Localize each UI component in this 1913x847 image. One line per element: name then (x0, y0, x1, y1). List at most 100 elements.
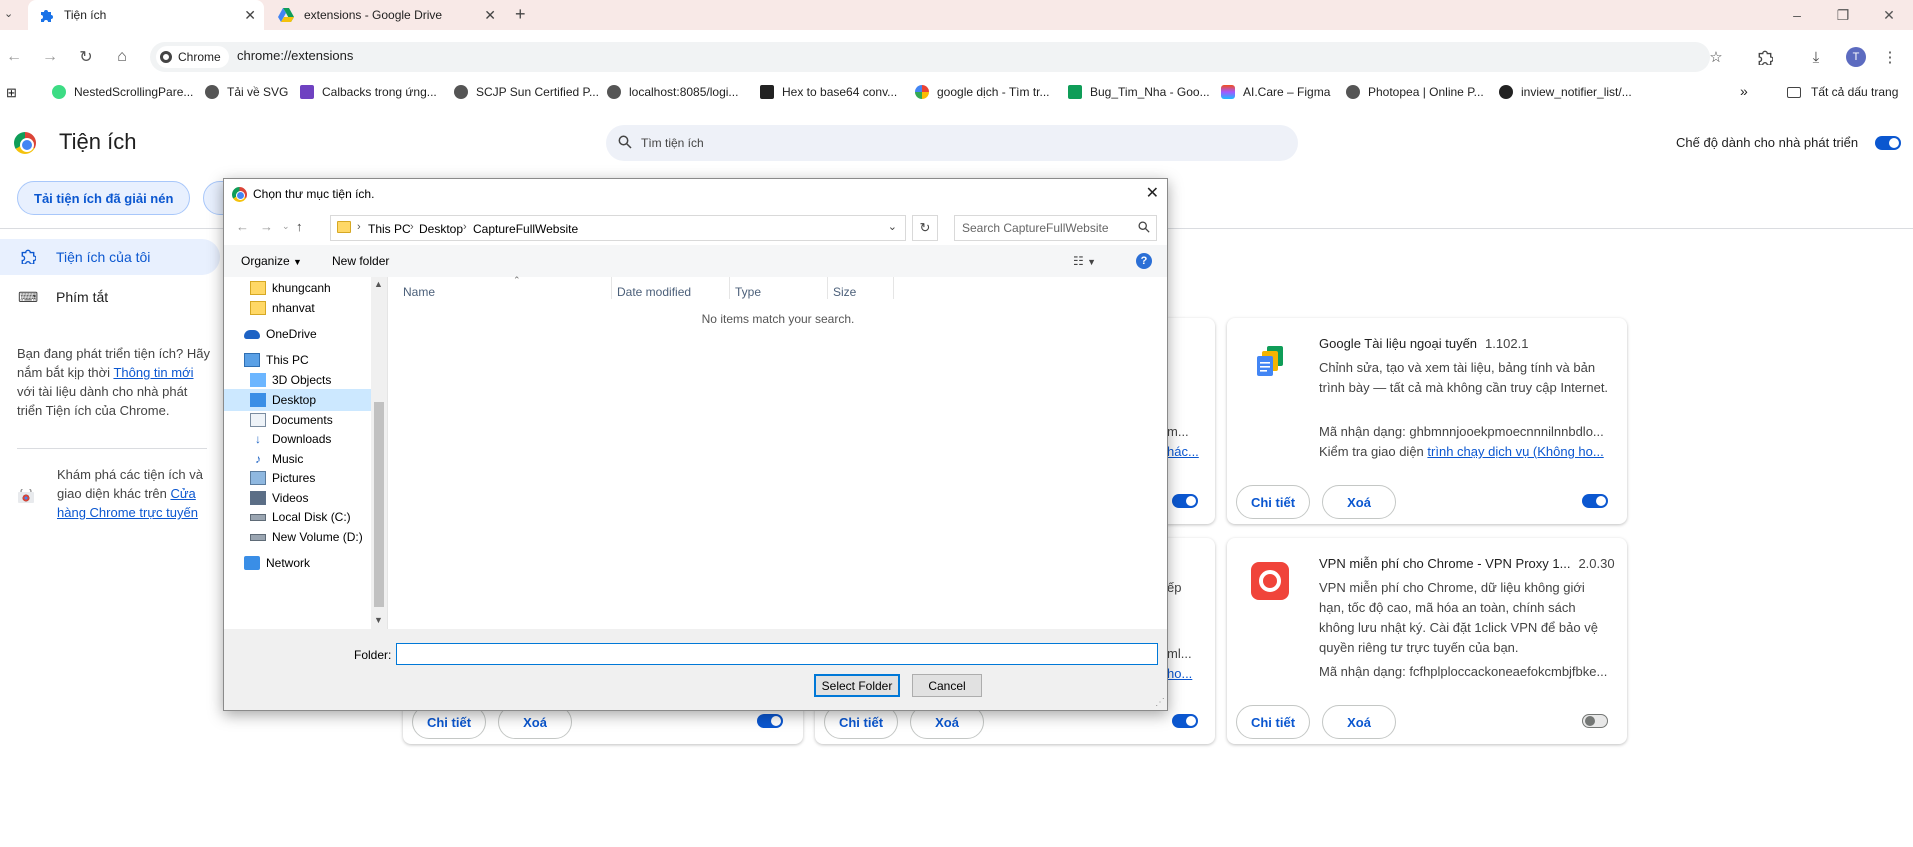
bookmark-item[interactable]: AI.Care – Figma (1221, 85, 1330, 99)
details-button[interactable]: Chi tiết (1236, 705, 1310, 739)
new-tab-button[interactable]: + (515, 4, 526, 25)
search-icon (618, 135, 632, 152)
extensions-icon[interactable] (1752, 44, 1778, 70)
extension-enable-toggle[interactable] (1582, 714, 1608, 728)
scroll-down-icon[interactable]: ▼ (374, 615, 383, 625)
whats-new-link[interactable]: Thông tin mới (113, 365, 193, 380)
dialog-titlebar[interactable]: Chọn thư mục tiện ích. ✕ (224, 179, 1167, 209)
breadcrumb-item[interactable]: This PC (368, 222, 411, 236)
tree-item-new-volume-d[interactable]: New Volume (D:) (250, 526, 363, 548)
tree-item-nhanvat[interactable]: nhanvat (250, 297, 315, 319)
url-text[interactable]: chrome://extensions (237, 48, 353, 63)
minimize-icon[interactable]: – (1774, 0, 1820, 30)
menu-icon[interactable]: ⋮ (1877, 44, 1903, 70)
breadcrumb-item[interactable]: CaptureFullWebsite (473, 222, 578, 236)
close-window-icon[interactable]: ✕ (1866, 0, 1912, 30)
tree-item-pictures[interactable]: Pictures (250, 467, 315, 489)
sidebar-item-shortcuts[interactable]: ⌨ Phím tắt (0, 279, 220, 315)
bookmark-item[interactable]: inview_notifier_list/... (1499, 85, 1632, 99)
cancel-button[interactable]: Cancel (912, 674, 982, 697)
recent-locations-icon[interactable]: ⌄ (282, 221, 290, 232)
back-icon[interactable]: ← (0, 43, 28, 71)
extension-enable-toggle[interactable] (757, 714, 783, 728)
bookmark-item[interactable]: localhost:8085/logi... (607, 85, 738, 99)
android-icon (52, 85, 66, 99)
reload-icon[interactable]: ↻ (72, 43, 100, 71)
forward-icon[interactable]: → (260, 219, 273, 234)
all-bookmarks-button[interactable]: Tất cả dấu trang (1787, 85, 1898, 99)
tab-search-icon[interactable]: ⌄ (4, 7, 13, 20)
column-header-type[interactable]: Type (735, 285, 761, 299)
column-header-size[interactable]: Size (833, 285, 856, 299)
breadcrumb-item[interactable]: Desktop (419, 222, 463, 236)
extension-enable-toggle[interactable] (1172, 494, 1198, 508)
scrollbar-thumb[interactable] (374, 402, 384, 607)
resize-grip-icon[interactable]: ⋰ (1155, 697, 1165, 708)
bookmark-star-icon[interactable]: ☆ (1703, 44, 1729, 70)
tab-extensions[interactable]: Tiện ích ✕ (28, 0, 264, 30)
chevron-down-icon[interactable]: ⌄ (888, 220, 897, 233)
bookmark-item[interactable]: SCJP Sun Certified P... (454, 85, 599, 99)
tree-item-3d-objects[interactable]: 3D Objects (250, 369, 331, 391)
profile-avatar[interactable]: T (1843, 44, 1869, 70)
address-breadcrumb-bar[interactable]: › This PC › Desktop › CaptureFullWebsite… (330, 215, 906, 241)
tree-item-khungcanh[interactable]: khungcanh (250, 277, 331, 299)
tree-item-downloads[interactable]: ↓ Downloads (250, 428, 331, 450)
remove-button[interactable]: Xoá (1322, 485, 1396, 519)
scroll-up-icon[interactable]: ▲ (374, 279, 383, 289)
service-worker-link[interactable]: trình chạy dịch vụ (Không ho... (1427, 444, 1603, 459)
chrome-icon (160, 51, 172, 63)
home-icon[interactable]: ⌂ (108, 43, 136, 71)
tree-item-network[interactable]: Network (244, 552, 310, 574)
tree-item-this-pc[interactable]: This PC (244, 349, 309, 371)
view-options-icon[interactable]: ☷ ▼ (1073, 254, 1096, 268)
bookmark-item[interactable]: Bug_Tim_Nha - Goo... (1068, 85, 1210, 99)
bookmark-item[interactable]: Tải về SVG (205, 85, 288, 99)
sidebar-item-my-extensions[interactable]: Tiện ích của tôi (0, 239, 220, 275)
file-list-pane[interactable]: ⌃ Name Date modified Type Size No items … (387, 275, 1167, 629)
developer-mode-toggle[interactable] (1875, 136, 1901, 150)
tab-google-drive[interactable]: extensions - Google Drive ✕ (268, 0, 504, 30)
sidebar-item-label: Phím tắt (56, 289, 109, 305)
extension-enable-toggle[interactable] (1172, 714, 1198, 728)
organize-menu[interactable]: Organize ▼ (241, 254, 302, 268)
load-unpacked-button[interactable]: Tải tiện ích đã giải nén (17, 181, 191, 215)
forward-icon[interactable]: → (36, 43, 64, 71)
downloads-icon[interactable]: ⤓ (1803, 44, 1829, 70)
close-icon[interactable]: ✕ (1146, 183, 1159, 203)
column-header-name[interactable]: Name (403, 285, 435, 299)
back-icon[interactable]: ← (236, 219, 249, 234)
navigation-scrollbar[interactable]: ▲ ▼ (371, 277, 387, 629)
downloads-icon: ↓ (255, 432, 261, 446)
help-icon[interactable]: ? (1136, 253, 1152, 269)
more-bookmarks-icon[interactable]: » (1740, 83, 1748, 99)
tree-item-onedrive[interactable]: OneDrive (244, 323, 317, 345)
extension-id: Mã nhận dạng: ghbmnnjooekpmoecnnnilnnbdl… (1319, 424, 1604, 439)
new-folder-button[interactable]: New folder (332, 254, 389, 268)
bookmark-item[interactable]: NestedScrollingPare... (52, 85, 193, 99)
dialog-search-input[interactable]: Search CaptureFullWebsite (954, 215, 1157, 241)
close-tab-icon[interactable]: ✕ (484, 7, 496, 24)
site-chip-label: Chrome (178, 50, 221, 64)
extension-enable-toggle[interactable] (1582, 494, 1608, 508)
column-header-date-modified[interactable]: Date modified (617, 285, 691, 299)
close-tab-icon[interactable]: ✕ (244, 7, 256, 24)
up-folder-icon[interactable]: ↑ (296, 219, 303, 234)
address-bar[interactable] (150, 42, 1710, 72)
bookmark-item[interactable]: Hex to base64 conv... (760, 85, 897, 99)
folder-name-input[interactable] (396, 643, 1158, 665)
restore-icon[interactable]: ❐ (1820, 0, 1866, 30)
bookmark-item[interactable]: Photopea | Online P... (1346, 85, 1484, 99)
select-folder-button[interactable]: Select Folder (814, 674, 900, 697)
remove-button[interactable]: Xoá (1322, 705, 1396, 739)
tree-item-desktop[interactable]: Desktop (224, 389, 371, 411)
bookmark-item[interactable]: google dịch - Tìm tr... (915, 85, 1050, 99)
bookmark-item[interactable]: Calbacks trong ứng... (300, 85, 437, 99)
tree-item-local-disk-c[interactable]: Local Disk (C:) (250, 506, 351, 528)
inspect-views: Kiểm tra giao diện trình chạy dịch vụ (K… (1319, 444, 1604, 459)
apps-grid-icon[interactable]: ⊞ (6, 85, 17, 101)
extension-search-input[interactable] (606, 125, 1298, 161)
refresh-icon[interactable]: ↻ (912, 215, 938, 241)
site-info-chip[interactable]: Chrome (156, 46, 229, 68)
details-button[interactable]: Chi tiết (1236, 485, 1310, 519)
